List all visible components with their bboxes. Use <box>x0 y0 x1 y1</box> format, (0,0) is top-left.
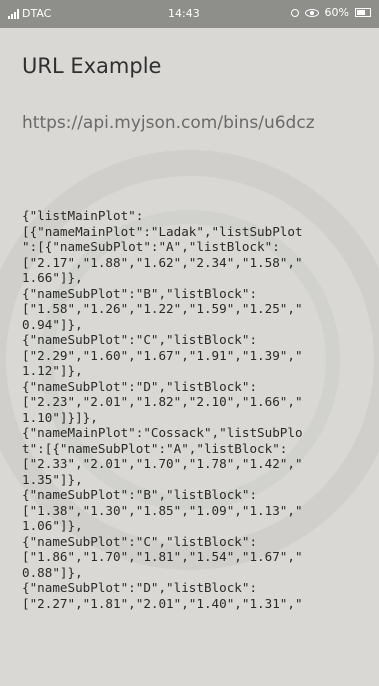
json-line: ["2.29","1.60","1.67","1.91","1.39"," <box>22 347 303 363</box>
json-line: {"nameSubPlot":"D","listBlock": <box>22 378 258 394</box>
carrier-area: DTAC <box>8 7 51 20</box>
json-line: t":[{"nameSubPlot":"A","listBlock": <box>22 440 288 456</box>
carrier-name: DTAC <box>22 7 52 20</box>
json-line: {"nameSubPlot":"D","listBlock": <box>22 580 258 595</box>
json-response-text: {"listMainPlot": [{"nameMainPlot":"Ladak"… <box>22 208 358 611</box>
json-line: {"nameSubPlot":"B","listBlock": <box>22 487 258 502</box>
json-line: ["2.33","2.01","1.70","1.78","1.42"," <box>22 456 303 471</box>
json-line: 0.94"]}, <box>22 316 83 332</box>
json-line: 1.10"]}]}, <box>22 409 98 425</box>
json-line: ["2.23","2.01","1.82","2.10","1.66"," <box>22 394 303 409</box>
url-text: https://api.myjson.com/bins/u6dcz <box>22 113 315 133</box>
json-line: 1.66"]}, <box>22 270 83 285</box>
status-indicators: 60% <box>290 6 371 19</box>
json-line: ["2.27","1.81","2.01","1.40","1.31"," <box>22 595 303 611</box>
json-line: {"nameSubPlot":"C","listBlock": <box>22 533 258 549</box>
json-line: {"nameSubPlot":"B","listBlock": <box>22 285 258 301</box>
status-bar: DTAC 14:43 60% <box>0 0 379 28</box>
json-line: 1.06"]}, <box>22 518 83 533</box>
json-line: 0.88"]}, <box>22 564 83 580</box>
json-line: 1.35"]}, <box>22 471 83 487</box>
battery-percent: 60% <box>324 6 349 19</box>
json-line: ["1.58","1.26","1.22","1.59","1.25"," <box>22 301 303 316</box>
json-line: {"nameMainPlot":"Cossack","listSubPlo <box>22 425 303 440</box>
json-line: {"nameSubPlot":"C","listBlock": <box>22 332 258 347</box>
app-title: URL Example <box>22 54 162 78</box>
json-line: ["1.38","1.30","1.85","1.09","1.13"," <box>22 502 303 518</box>
json-line: ["1.86","1.70","1.81","1.54","1.67"," <box>22 549 303 564</box>
json-line: 1.12"]}, <box>22 363 83 378</box>
alarm-icon <box>290 8 299 17</box>
status-time: 14:43 <box>168 7 200 20</box>
battery-icon <box>355 8 371 17</box>
json-line: [{"nameMainPlot":"Ladak","listSubPlot <box>22 223 303 239</box>
eye-comfort-icon <box>304 8 319 17</box>
json-line: {"listMainPlot": <box>22 208 144 223</box>
signal-icon <box>8 8 19 19</box>
json-line: ["2.17","1.88","1.62","2.34","1.58"," <box>22 254 303 270</box>
json-line: ":[{"nameSubPlot":"A","listBlock": <box>22 239 280 254</box>
